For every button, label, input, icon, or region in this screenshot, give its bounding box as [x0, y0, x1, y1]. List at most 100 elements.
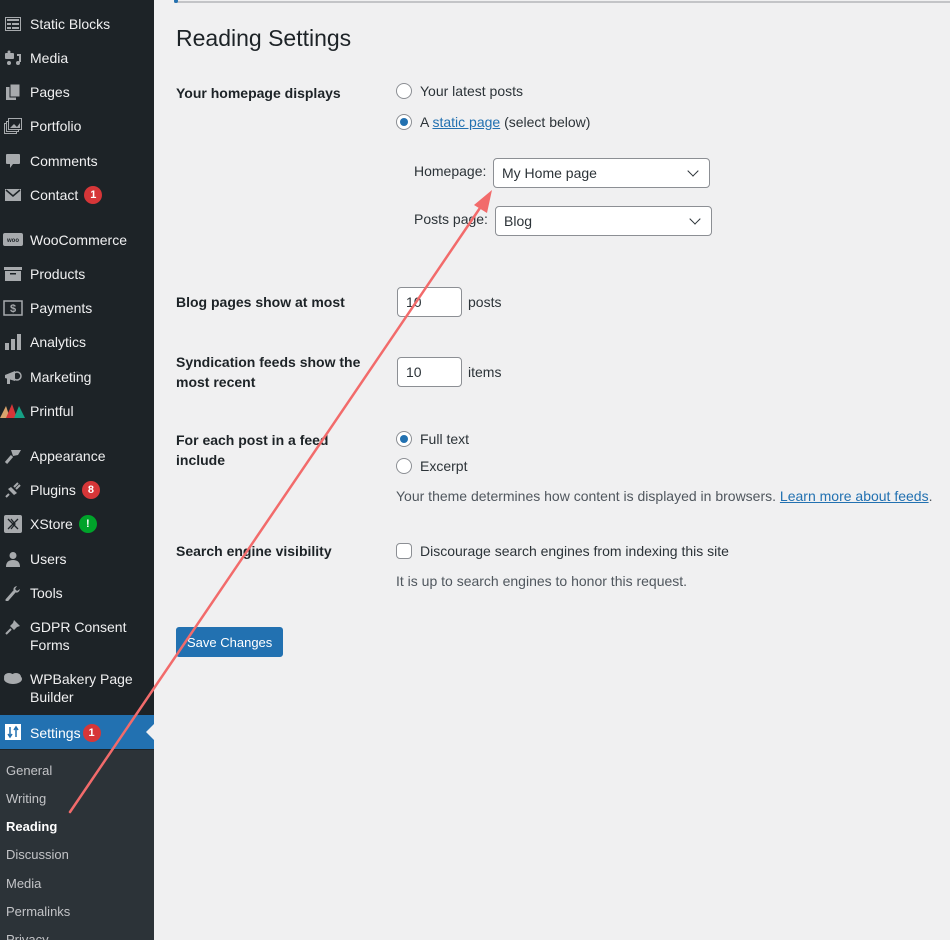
feed-description: Your theme determines how content is dis… — [396, 488, 933, 504]
save-changes-button[interactable]: Save Changes — [176, 627, 284, 657]
sidebar-item-printful[interactable]: Printful — [0, 401, 154, 421]
megaphone-icon — [3, 367, 23, 387]
unit-label: items — [468, 364, 502, 380]
radio-button[interactable] — [396, 83, 412, 99]
syndication-input[interactable] — [397, 357, 462, 387]
payments-icon: $ — [3, 298, 23, 318]
sidebar-item-gdpr-consent-forms[interactable]: GDPR Consent Forms — [0, 617, 154, 654]
sidebar-item-appearance[interactable]: Appearance — [0, 446, 154, 466]
sidebar-item-label: Payments — [30, 300, 93, 316]
sidebar-item-wpbakery[interactable]: WPBakery Page Builder — [0, 669, 154, 706]
sidebar-item-payments[interactable]: $ Payments — [0, 298, 154, 318]
sidebar-item-label: WooCommerce — [30, 232, 127, 248]
radio-button[interactable] — [396, 458, 412, 474]
notification-badge: 1 — [82, 723, 101, 742]
admin-sidebar: Static Blocks Media Pages Portfolio Comm… — [0, 0, 154, 940]
submenu-item-general[interactable]: General — [6, 763, 52, 778]
pin-icon — [3, 617, 23, 637]
homepage-select-label: Homepage: — [414, 163, 487, 179]
page-title: Reading Settings — [176, 25, 352, 51]
active-indicator — [146, 724, 154, 740]
blog-pages-label: Blog pages show at most — [176, 294, 345, 310]
blog-pages-field: posts — [397, 287, 501, 317]
sidebar-item-pages[interactable]: Pages — [0, 82, 154, 102]
notification-badge: 8 — [81, 481, 100, 499]
submenu-item-privacy[interactable]: Privacy — [6, 932, 49, 940]
search-visibility-label: Search engine visibility — [176, 543, 332, 559]
radio-label: Full text — [420, 431, 470, 447]
posts-page-select-label: Posts page: — [414, 211, 488, 227]
static-page-link[interactable]: static page — [432, 114, 500, 130]
sidebar-item-label: Tools — [30, 585, 63, 601]
radio-label: Your latest posts — [420, 83, 523, 99]
radio-label: Excerpt — [420, 458, 468, 474]
sidebar-item-users[interactable]: Users — [0, 549, 154, 569]
submenu-item-writing[interactable]: Writing — [6, 791, 46, 806]
user-icon — [3, 549, 23, 569]
checkbox-label: Discourage search engines from indexing … — [420, 543, 729, 559]
feed-include-label: For each post in a feed include — [176, 432, 329, 468]
mail-icon — [3, 185, 23, 205]
sidebar-item-xstore[interactable]: XStore! — [0, 514, 154, 534]
sidebar-item-media[interactable]: Media — [0, 48, 154, 68]
sidebar-item-label: Comments — [30, 153, 98, 169]
svg-text:woo: woo — [6, 238, 19, 244]
sidebar-item-comments[interactable]: Comments — [0, 151, 154, 171]
submenu-item-permalinks[interactable]: Permalinks — [6, 904, 70, 919]
sidebar-item-marketing[interactable]: Marketing — [0, 367, 154, 387]
sidebar-item-label: Analytics — [30, 334, 87, 350]
radio-button[interactable] — [396, 431, 412, 447]
sidebar-item-label: Products — [30, 266, 86, 282]
discourage-search-checkbox-row[interactable]: Discourage search engines from indexing … — [396, 543, 729, 559]
sidebar-item-static-blocks[interactable]: Static Blocks — [0, 14, 154, 34]
cloud-icon — [3, 669, 23, 689]
xstore-icon — [3, 514, 23, 534]
syndication-field: items — [397, 357, 501, 387]
sidebar-item-label: Plugins 8 — [30, 480, 100, 499]
submenu-item-reading[interactable]: Reading — [6, 819, 57, 834]
notice-accent — [174, 0, 178, 3]
products-icon — [3, 264, 23, 284]
submenu-item-media[interactable]: Media — [6, 876, 41, 891]
submenu-item-discussion[interactable]: Discussion — [6, 847, 69, 862]
sidebar-item-label: Contact 1 — [30, 185, 103, 204]
top-notice-border — [174, 0, 950, 3]
sidebar-item-label: Marketing — [30, 369, 92, 385]
settings-icon — [3, 722, 23, 742]
wrench-icon — [3, 583, 23, 603]
sidebar-item-plugins[interactable]: Plugins 8 — [0, 480, 154, 500]
radio-latest-posts[interactable]: Your latest posts — [396, 83, 523, 99]
radio-static-page[interactable]: A static page (select below) — [396, 114, 590, 130]
sidebar-item-woocommerce[interactable]: woo WooCommerce — [0, 230, 154, 250]
sidebar-item-products[interactable]: Products — [0, 264, 154, 284]
discourage-search-checkbox[interactable] — [396, 543, 412, 559]
radio-excerpt[interactable]: Excerpt — [396, 458, 467, 474]
alert-badge: ! — [78, 515, 97, 533]
sidebar-item-label: Static Blocks — [30, 16, 111, 32]
comments-icon — [3, 151, 23, 171]
learn-more-feeds-link[interactable]: Learn more about feeds — [780, 488, 929, 504]
sidebar-item-contact[interactable]: Contact 1 — [0, 185, 154, 205]
sidebar-item-label: Appearance — [30, 448, 106, 464]
static-blocks-icon — [3, 14, 23, 34]
notification-badge: 1 — [84, 186, 103, 204]
syndication-label: Syndication feeds show the most recent — [176, 354, 361, 390]
analytics-icon — [3, 332, 23, 352]
radio-button[interactable] — [396, 114, 412, 130]
posts-page-select[interactable]: Blog — [495, 206, 712, 236]
sidebar-item-label: Settings 1 — [30, 723, 101, 742]
sidebar-item-label: Portfolio — [30, 118, 82, 134]
sidebar-item-portfolio[interactable]: Portfolio — [0, 116, 154, 136]
arrow-head — [474, 190, 492, 213]
homepage-select[interactable]: My Home page — [493, 158, 710, 188]
plug-icon — [3, 480, 23, 500]
svg-text:$: $ — [10, 303, 16, 315]
sidebar-item-settings[interactable]: Settings 1 — [0, 715, 154, 749]
homepage-displays-label: Your homepage displays — [176, 85, 341, 101]
blog-pages-input[interactable] — [397, 287, 462, 317]
sidebar-item-analytics[interactable]: Analytics — [0, 332, 154, 352]
printful-icon — [0, 401, 26, 421]
brush-icon — [3, 446, 23, 466]
radio-full-text[interactable]: Full text — [396, 431, 469, 447]
sidebar-item-tools[interactable]: Tools — [0, 583, 154, 603]
